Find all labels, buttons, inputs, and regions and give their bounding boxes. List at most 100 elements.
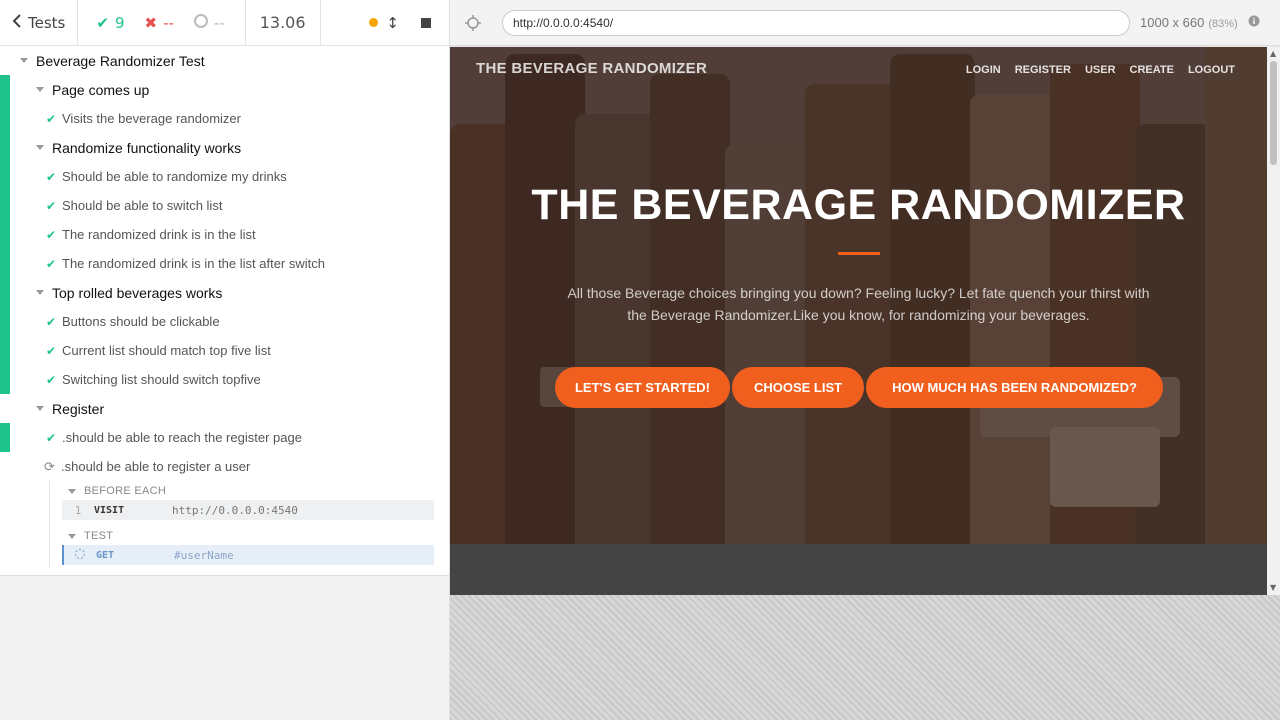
viewport-size: 1000 x 660 bbox=[1140, 15, 1205, 30]
brand-link[interactable]: THE BEVERAGE RANDOMIZER bbox=[476, 60, 707, 77]
scroll-down-icon[interactable]: ▼ bbox=[1270, 583, 1276, 592]
stop-button[interactable] bbox=[421, 17, 431, 28]
test-reporter: Tests ✔ 9 ✖ -- -- 13.06 ↕ Beverage Rando… bbox=[0, 0, 450, 720]
test-row[interactable]: ✔ The randomized drink is in the list af… bbox=[46, 249, 325, 278]
nav-register[interactable]: REGISTER bbox=[1015, 64, 1071, 76]
test-title: Current list should match top five list bbox=[62, 343, 271, 358]
crosshair-icon[interactable] bbox=[450, 14, 496, 32]
check-icon: ✔ bbox=[46, 227, 57, 242]
spinner-icon bbox=[64, 548, 96, 563]
scroll-thumb[interactable] bbox=[1270, 61, 1277, 165]
nav-create[interactable]: CREATE bbox=[1130, 64, 1174, 76]
caret-down-icon bbox=[36, 87, 44, 92]
failed-value: -- bbox=[163, 13, 174, 32]
test-row[interactable]: ✔ .should be able to reach the register … bbox=[46, 423, 302, 452]
tests-label: Tests bbox=[28, 13, 66, 32]
test-title: .should be able to register a user bbox=[61, 459, 251, 474]
caret-down-icon bbox=[36, 290, 44, 295]
command-get[interactable]: GET #userName bbox=[62, 545, 434, 565]
test-title: Should be able to randomize my drinks bbox=[62, 169, 287, 184]
suite-title: Beverage Randomizer Test bbox=[36, 52, 205, 69]
suite-root[interactable]: Beverage Randomizer Test bbox=[20, 46, 205, 75]
check-icon: ✔ bbox=[46, 430, 57, 445]
command-name: VISIT bbox=[94, 504, 125, 516]
test-row[interactable]: ✔ Should be able to randomize my drinks bbox=[46, 162, 287, 191]
check-icon: ✔ bbox=[46, 372, 57, 387]
test-row-running[interactable]: ⟳ .should be able to register a user bbox=[44, 452, 250, 481]
test-row[interactable]: ✔ Visits the beverage randomizer bbox=[46, 104, 241, 133]
running-indicator-icon bbox=[369, 18, 379, 27]
command-visit[interactable]: 1 VISIT http://0.0.0.0:4540 bbox=[62, 500, 434, 520]
nav-logout[interactable]: LOGOUT bbox=[1188, 64, 1235, 76]
tests-back-button[interactable]: Tests bbox=[0, 0, 79, 45]
aut-header: 1000 x 660(83%) bbox=[450, 0, 1280, 46]
caret-down-icon bbox=[68, 488, 76, 494]
check-icon: ✔ bbox=[46, 314, 57, 329]
hook-before-each[interactable]: BEFORE EACH bbox=[68, 482, 166, 500]
test-title: .should be able to reach the register pa… bbox=[62, 430, 302, 445]
info-icon[interactable] bbox=[1248, 15, 1260, 31]
cta-buttons: LET'S GET STARTED! CHOOSE LIST HOW MUCH … bbox=[555, 367, 1163, 408]
dark-section bbox=[450, 544, 1267, 595]
x-icon: ✖ bbox=[144, 13, 158, 32]
suite-randomize[interactable]: Randomize functionality works bbox=[36, 133, 241, 162]
auto-scroll-toggle[interactable]: ↕ bbox=[369, 14, 399, 32]
check-icon: ✔ bbox=[46, 198, 57, 213]
test-row[interactable]: ✔ Should be able to switch list bbox=[46, 191, 222, 220]
suite-title: Register bbox=[52, 400, 105, 417]
command-name: GET bbox=[96, 549, 115, 561]
test-title: Visits the beverage randomizer bbox=[62, 111, 241, 126]
command-number: 1 bbox=[74, 503, 82, 517]
hero-subtext: All those Beverage choices bringing you … bbox=[567, 285, 1150, 323]
test-row[interactable]: ✔ The randomized drink is in the list bbox=[46, 220, 256, 249]
suite-title: Randomize functionality works bbox=[52, 139, 242, 156]
test-row[interactable]: ✔ Buttons should be clickable bbox=[46, 307, 220, 336]
get-started-button[interactable]: LET'S GET STARTED! bbox=[555, 367, 730, 408]
test-title: The randomized drink is in the list afte… bbox=[62, 256, 325, 271]
test-row[interactable]: ✔ Current list should match top five lis… bbox=[46, 336, 271, 365]
scroll-up-icon[interactable]: ▲ bbox=[1270, 49, 1276, 58]
command-message: #userName bbox=[174, 548, 234, 562]
reporter-header: Tests ✔ 9 ✖ -- -- 13.06 ↕ bbox=[0, 0, 449, 46]
scrollbar[interactable]: ▲ ▼ bbox=[1267, 47, 1280, 595]
test-title: Switching list should switch topfive bbox=[62, 372, 261, 387]
test-row[interactable]: ✔ Switching list should switch topfive bbox=[46, 365, 261, 394]
test-title: Should be able to switch list bbox=[62, 198, 223, 213]
check-icon: ✔ bbox=[46, 343, 57, 358]
choose-list-button[interactable]: CHOOSE LIST bbox=[732, 367, 864, 408]
caret-down-icon bbox=[36, 406, 44, 411]
hero-headline: THE BEVERAGE RANDOMIZER bbox=[531, 181, 1186, 229]
how-much-randomized-button[interactable]: HOW MUCH HAS BEEN RANDOMIZED? bbox=[866, 367, 1163, 408]
top-navbar: THE BEVERAGE RANDOMIZER LOGIN REGISTER U… bbox=[450, 47, 1267, 93]
url-input[interactable] bbox=[502, 9, 1130, 36]
suite-title: Top rolled beverages works bbox=[52, 284, 223, 301]
up-down-arrow-icon: ↕ bbox=[386, 13, 399, 32]
nav-user[interactable]: USER bbox=[1085, 64, 1116, 76]
suite-title: Page comes up bbox=[52, 81, 150, 98]
check-icon: ✔ bbox=[46, 169, 57, 184]
hero-divider bbox=[838, 252, 880, 255]
command-message: http://0.0.0.0:4540 bbox=[172, 503, 298, 517]
suite-top-rolled[interactable]: Top rolled beverages works bbox=[36, 278, 222, 307]
circle-icon bbox=[193, 13, 208, 32]
hook-label: BEFORE EACH bbox=[84, 485, 167, 497]
pass-indicator-bar bbox=[0, 423, 10, 452]
chevron-left-icon bbox=[12, 13, 22, 32]
nav-login[interactable]: LOGIN bbox=[966, 64, 1001, 76]
app-under-test-panel: 1000 x 660(83%) THE BEVERAGE RANDOMIZ bbox=[450, 0, 1280, 720]
viewport-scale: (83%) bbox=[1208, 18, 1238, 30]
run-controls: ↕ bbox=[321, 0, 449, 45]
test-stats: ✔ 9 ✖ -- -- bbox=[78, 0, 246, 45]
suite-register[interactable]: Register bbox=[36, 394, 104, 423]
check-icon: ✔ bbox=[46, 256, 57, 271]
suite-page-comes-up[interactable]: Page comes up bbox=[36, 75, 149, 104]
refresh-icon: ⟳ bbox=[44, 458, 55, 474]
run-duration: 13.06 bbox=[246, 0, 321, 45]
check-icon: ✔ bbox=[46, 111, 57, 126]
pending-value: -- bbox=[213, 13, 225, 32]
caret-down-icon bbox=[68, 533, 76, 539]
test-title: Buttons should be clickable bbox=[62, 314, 220, 329]
runnable-list: Beverage Randomizer Test Page comes up ✔… bbox=[0, 46, 449, 576]
caret-down-icon bbox=[36, 145, 44, 150]
hook-test[interactable]: TEST bbox=[68, 527, 113, 545]
